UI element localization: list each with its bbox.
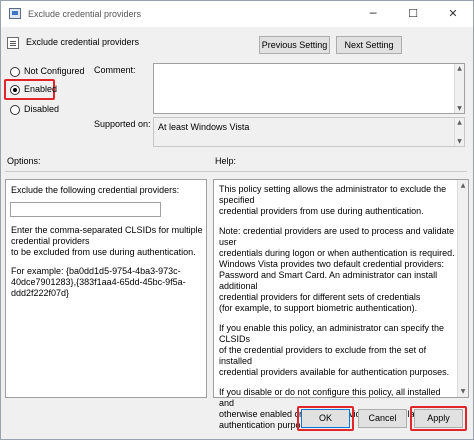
minimize-icon[interactable]: ─: [353, 1, 393, 27]
radio-circle-selected[interactable]: [10, 85, 20, 95]
help-line: This policy setting allows the administr…: [219, 184, 447, 194]
radio-circle[interactable]: [10, 105, 20, 115]
radio-label: Enabled: [24, 84, 58, 94]
window-title: Exclude credential providers: [28, 9, 142, 19]
help-line: credentials during logon or when authent…: [219, 248, 455, 258]
help-line: of the credential providers to exclude f…: [219, 345, 427, 366]
instruction-line: credential providers: [11, 236, 90, 246]
scroll-up-icon[interactable]: ▲: [455, 65, 464, 72]
help-line: Password and Smart Card. An administrato…: [219, 270, 438, 291]
example-line: 40dce7901283},{383f1aa4-65dd-45bc-9f5a-: [11, 277, 186, 287]
ok-button[interactable]: OK: [301, 409, 350, 428]
scroll-down-icon[interactable]: ▼: [458, 388, 468, 395]
comment-label: Comment:: [94, 65, 136, 75]
help-panel: This policy setting allows the administr…: [213, 179, 469, 430]
close-icon[interactable]: ✕: [433, 1, 473, 27]
comment-scrollbar[interactable]: ▲ ▼: [454, 64, 464, 113]
help-line: Note: credential providers are used to p…: [219, 226, 455, 247]
dialog-window: Exclude credential providers ─ ☐ ✕ Exclu…: [0, 0, 474, 440]
help-line: (for example, to support biometric authe…: [219, 303, 418, 313]
help-scrollbar[interactable]: ▲ ▼: [457, 180, 468, 397]
options-heading: Options:: [7, 156, 41, 166]
help-line: credential providers from use during aut…: [219, 206, 424, 216]
example-line: ddd2f222f07d}: [11, 288, 70, 298]
comment-field[interactable]: ▲ ▼: [153, 63, 465, 114]
help-heading: Help:: [215, 156, 237, 166]
previous-setting-button[interactable]: Previous Setting: [259, 36, 330, 54]
radio-disabled[interactable]: Disabled: [10, 104, 60, 118]
scroll-up-icon[interactable]: ▲: [455, 119, 464, 126]
exclude-field-label: Exclude the following credential provide…: [11, 185, 180, 195]
supported-on-field: At least Windows Vista ▲ ▼: [153, 117, 465, 147]
help-text: This policy setting allows the administr…: [219, 184, 457, 440]
title-bar[interactable]: Exclude credential providers ─ ☐ ✕: [1, 1, 473, 27]
setting-title: Exclude credential providers: [26, 37, 140, 47]
options-panel: Exclude the following credential provide…: [5, 179, 207, 398]
help-line: credential providers for different sets …: [219, 292, 421, 302]
supported-on-value: At least Windows Vista: [158, 122, 250, 132]
help-line: If you disable or do not configure this …: [219, 387, 441, 408]
help-line: Windows Vista provides two default crede…: [219, 259, 444, 269]
radio-enabled[interactable]: Enabled: [10, 84, 57, 98]
radio-not-configured[interactable]: Not Configured: [10, 66, 90, 80]
supported-on-label: Supported on:: [94, 119, 151, 129]
maximize-icon[interactable]: ☐: [393, 1, 433, 27]
radio-label: Disabled: [24, 104, 60, 114]
supported-scrollbar[interactable]: ▲ ▼: [454, 118, 464, 146]
section-divider: [5, 171, 467, 172]
radio-label: Not Configured: [24, 66, 85, 76]
radio-circle[interactable]: [10, 67, 20, 77]
help-line: If you enable this policy, an administra…: [219, 323, 444, 344]
policy-icon: [9, 8, 21, 19]
instruction-line: Enter the comma-separated CLSIDs for mul…: [11, 225, 203, 235]
instruction-line: to be excluded from use during authentic…: [11, 247, 196, 257]
scroll-down-icon[interactable]: ▼: [455, 138, 464, 145]
next-setting-button[interactable]: Next Setting: [336, 36, 402, 54]
scroll-up-icon[interactable]: ▲: [458, 182, 468, 189]
help-line: credential providers available for authe…: [219, 367, 450, 377]
apply-button[interactable]: Apply: [414, 409, 463, 428]
help-line: specified: [219, 195, 255, 205]
exclude-providers-input[interactable]: [10, 202, 161, 217]
cancel-button[interactable]: Cancel: [358, 409, 407, 428]
options-instructions: Enter the comma-separated CLSIDs for mul…: [11, 225, 203, 307]
setting-icon: [7, 37, 19, 49]
example-line: For example: {ba0dd1d5-9754-4ba3-973c-: [11, 266, 181, 276]
scroll-down-icon[interactable]: ▼: [455, 105, 464, 112]
